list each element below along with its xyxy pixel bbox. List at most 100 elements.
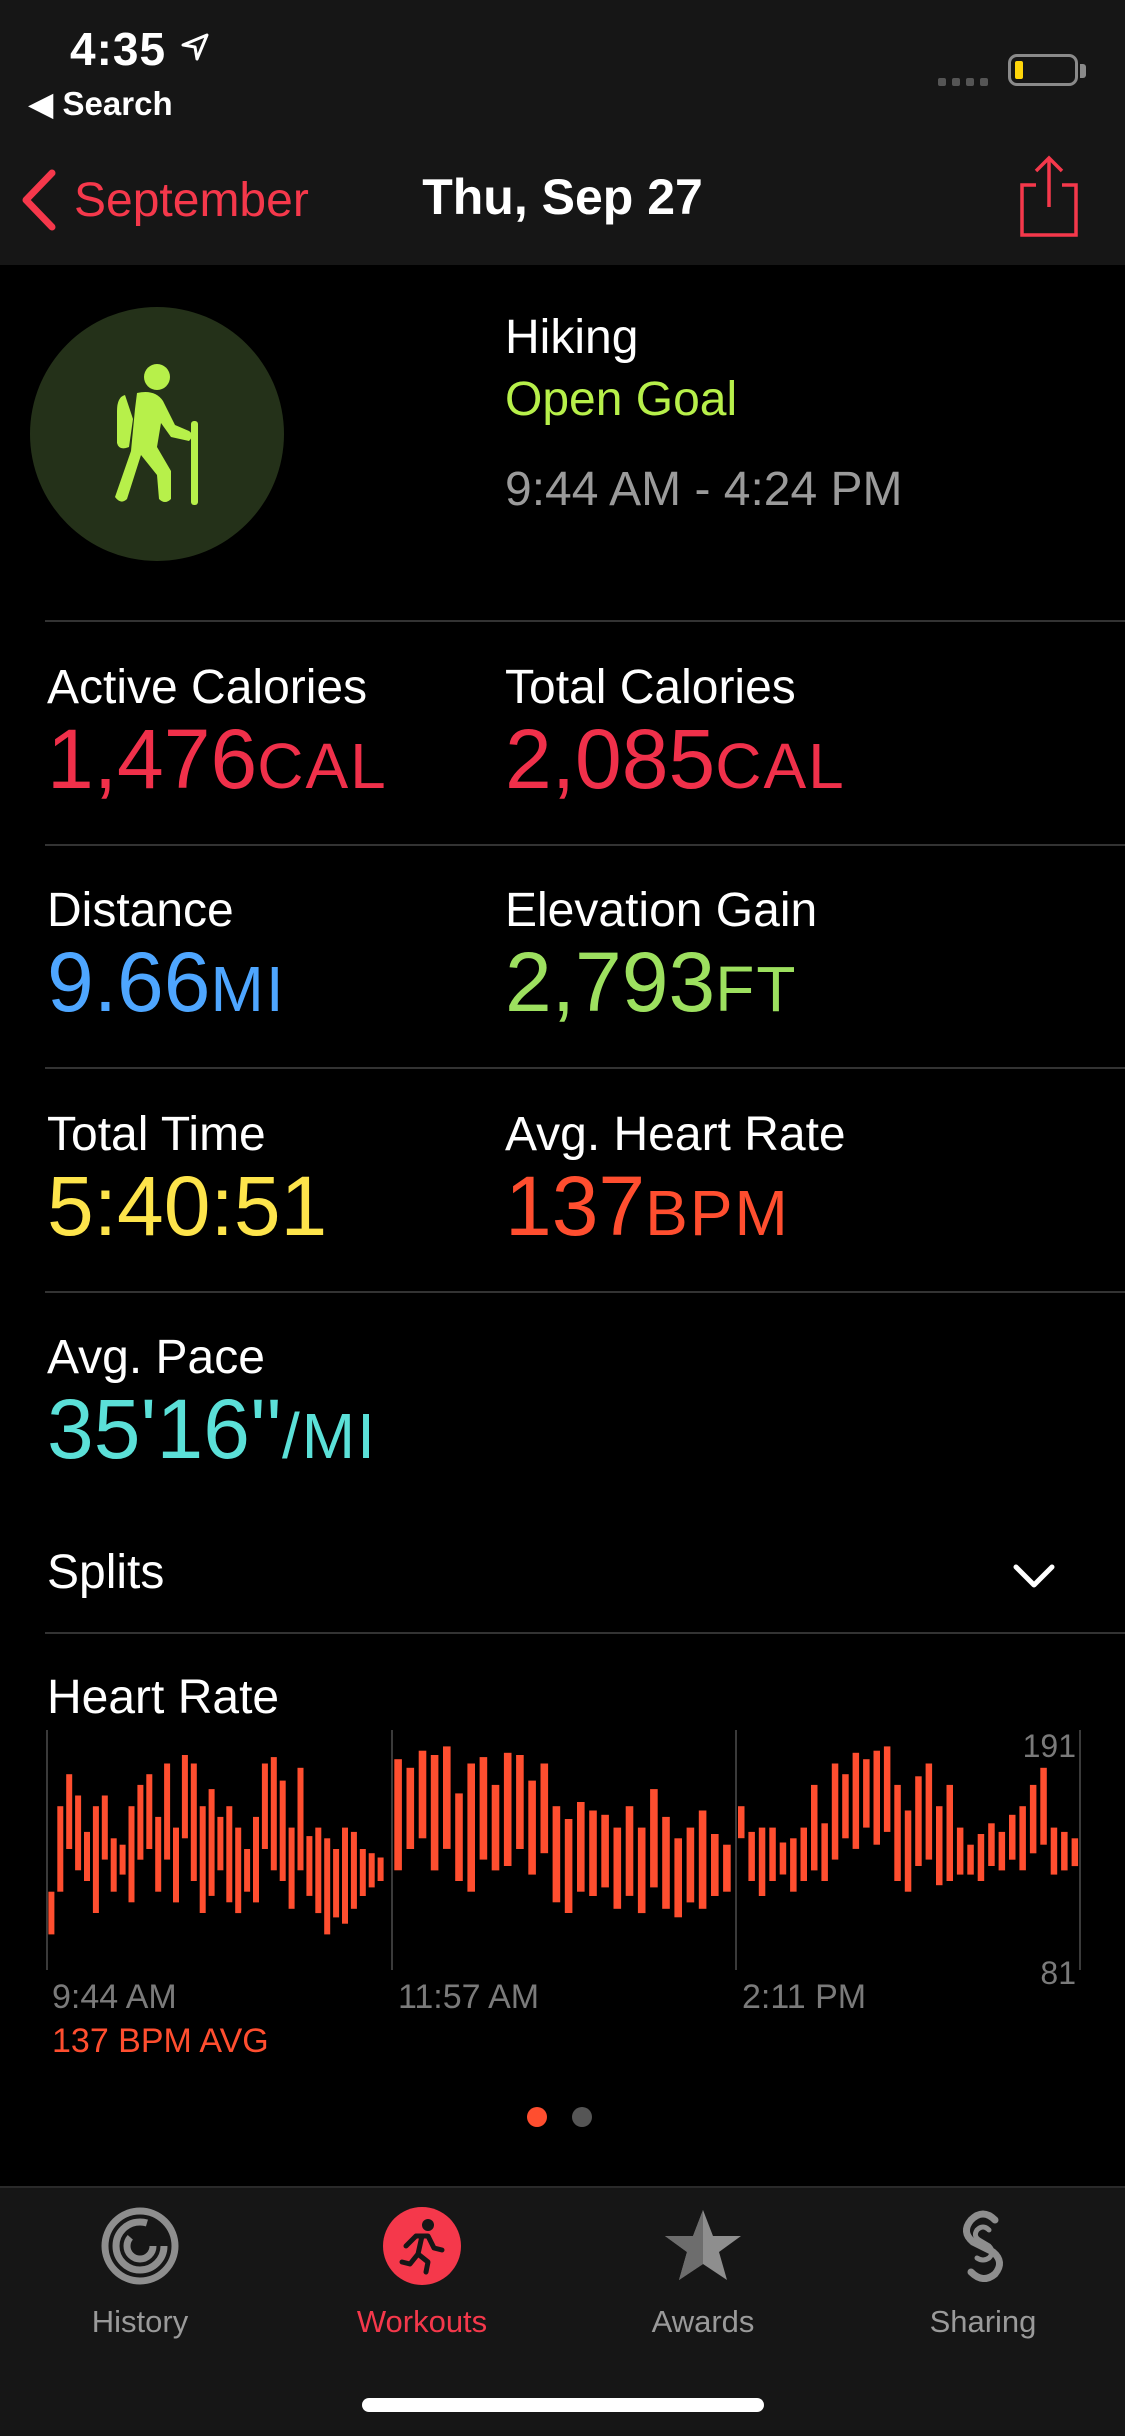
- heart-rate-bar: [306, 1836, 313, 1896]
- back-to-app-link[interactable]: ◀ Search: [28, 84, 173, 123]
- heart-rate-bar: [57, 1806, 64, 1892]
- heart-rate-bar: [333, 1849, 340, 1918]
- heart-rate-bar: [662, 1816, 670, 1909]
- heart-rate-bar: [173, 1827, 179, 1903]
- heart-rate-bar: [516, 1755, 524, 1849]
- heart-rate-bar: [967, 1844, 974, 1875]
- tab-sharing[interactable]: Sharing: [863, 2206, 1103, 2340]
- chevron-down-icon[interactable]: [1012, 1563, 1056, 1591]
- location-arrow-icon: [181, 33, 209, 61]
- tab-label: Awards: [651, 2304, 755, 2339]
- metric-number: 9.66: [47, 935, 211, 1029]
- heart-rate-bar: [528, 1780, 536, 1875]
- tab-workouts[interactable]: Workouts: [302, 2206, 542, 2340]
- metric-unit: /MI: [281, 1400, 377, 1472]
- heart-rate-bar: [92, 1806, 99, 1913]
- tab-label: History: [91, 2304, 189, 2339]
- distance-metric: Distance 9.66MI: [47, 883, 286, 1024]
- heart-rate-bar: [244, 1849, 251, 1892]
- workout-goal: Open Goal: [505, 373, 738, 426]
- x-axis-label: 9:44 AM: [52, 1978, 177, 2016]
- heart-rate-bar: [873, 1750, 880, 1845]
- heart-rate-bar: [101, 1795, 108, 1860]
- battery-cap: [1080, 64, 1086, 78]
- page-dot[interactable]: [572, 2107, 592, 2127]
- metric-value: 35'16''/MI: [47, 1387, 377, 1471]
- heart-rate-bar: [650, 1789, 658, 1888]
- heart-rate-bar: [811, 1784, 818, 1871]
- metric-unit: CAL: [257, 730, 388, 802]
- workout-type: Hiking: [505, 311, 639, 364]
- heart-rate-bar: [181, 1755, 188, 1839]
- splits-row-label[interactable]: Splits: [47, 1545, 164, 1600]
- heart-rate-bar: [758, 1827, 766, 1896]
- heart-rate-bar: [418, 1750, 427, 1839]
- heart-rate-chart[interactable]: 191 81 9:44 AM 11:57 AM 2:11 PM: [0, 1730, 1125, 2020]
- heart-rate-bar: [738, 1806, 745, 1839]
- heart-rate-bar: [1009, 1814, 1016, 1860]
- heart-rate-bar: [377, 1857, 384, 1881]
- heart-rate-bar: [842, 1774, 849, 1839]
- metric-value: 1,476CAL: [47, 717, 388, 801]
- x-axis-label: 2:11 PM: [742, 1978, 866, 2016]
- heart-rate-bar: [297, 1767, 304, 1871]
- tab-history[interactable]: History: [20, 2206, 260, 2340]
- metric-number: 1,476: [47, 712, 258, 806]
- heart-rate-bar: [977, 1834, 985, 1881]
- heart-rate-bar: [503, 1752, 512, 1866]
- heart-rate-bar: [698, 1810, 707, 1909]
- metric-number: 5:40:51: [47, 1159, 328, 1253]
- total-time-metric: Total Time 5:40:51: [47, 1107, 327, 1248]
- award-star-icon: [665, 2210, 741, 2280]
- metric-number: 35'16'': [47, 1382, 282, 1476]
- heart-rate-bar: [491, 1784, 500, 1871]
- cellular-signal-icon: [938, 74, 990, 93]
- metric-label: Avg. Heart Rate: [505, 1108, 846, 1161]
- heart-rate-bar: [226, 1806, 233, 1903]
- divider: [45, 1632, 1125, 1634]
- page-dot-active[interactable]: [527, 2107, 547, 2127]
- heart-rate-bar: [936, 1806, 943, 1886]
- heart-rate-bar: [430, 1755, 439, 1871]
- heart-rate-bar: [66, 1774, 73, 1849]
- metric-value: 2,085CAL: [505, 717, 846, 801]
- heart-rate-bar: [315, 1827, 322, 1914]
- heart-rate-bar: [956, 1827, 964, 1875]
- heart-rate-bar: [769, 1827, 776, 1881]
- page-indicator[interactable]: [527, 2107, 592, 2127]
- heart-rate-bar: [1019, 1806, 1026, 1871]
- heart-rate-bar: [479, 1757, 488, 1860]
- heart-rate-bar: [84, 1831, 90, 1881]
- tab-awards[interactable]: Awards: [583, 2206, 823, 2340]
- heart-rate-bar: [467, 1763, 475, 1892]
- metric-label: Elevation Gain: [505, 884, 818, 937]
- heart-rate-bar: [800, 1827, 807, 1881]
- divider: [45, 844, 1125, 846]
- metric-number: 137: [505, 1159, 646, 1253]
- heart-rate-bar: [748, 1831, 755, 1881]
- workout-time-range: 9:44 AM - 4:24 PM: [505, 463, 903, 516]
- share-icon[interactable]: [1018, 155, 1080, 239]
- heart-rate-bar: [119, 1844, 126, 1875]
- sharing-icon: [963, 2210, 1003, 2282]
- hiking-icon: [115, 364, 198, 505]
- metric-label: Active Calories: [47, 661, 368, 714]
- avg-heart-rate-metric: Avg. Heart Rate 137BPM: [505, 1107, 846, 1248]
- heart-rate-bar: [164, 1763, 171, 1860]
- page-title: Thu, Sep 27: [0, 168, 1125, 226]
- tab-label: Workouts: [356, 2304, 488, 2339]
- heart-rate-bar: [779, 1842, 787, 1875]
- heart-rate-bar: [406, 1767, 415, 1849]
- heart-rate-bar: [686, 1827, 695, 1903]
- heart-rate-bar: [1040, 1767, 1047, 1845]
- heart-rate-bar: [625, 1806, 634, 1896]
- heart-rate-title: Heart Rate: [47, 1671, 280, 1724]
- heart-rate-bar: [925, 1763, 933, 1860]
- y-axis-max-label: 191: [1023, 1730, 1076, 1764]
- heart-rate-bar: [904, 1810, 912, 1892]
- heart-rate-bar: [589, 1810, 597, 1896]
- heart-rate-bar: [75, 1795, 82, 1871]
- heart-rate-bar: [613, 1827, 622, 1909]
- divider: [45, 620, 1125, 622]
- heart-rate-bar: [359, 1849, 366, 1896]
